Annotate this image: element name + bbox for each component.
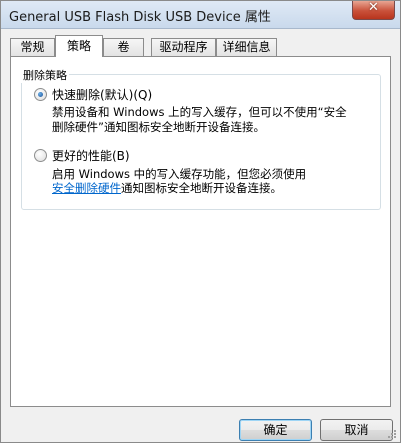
better-performance-desc-line1: 启用 Windows 中的写入缓存功能，但您必须使用 bbox=[52, 167, 307, 181]
cancel-button[interactable]: 取消 bbox=[320, 419, 393, 441]
tab-panel-policies: 删除策略 快速删除(默认)(Q) 禁用设备和 Windows 上的写入缓存，但可… bbox=[10, 56, 391, 407]
quick-removal-desc-line1: 禁用设备和 Windows 上的写入缓存，但可以不使用“安全 bbox=[52, 105, 347, 119]
better-performance-desc-rest: 通知图标安全地断开设备连接。 bbox=[121, 181, 282, 195]
quick-removal-radio[interactable] bbox=[34, 88, 47, 101]
tab-details[interactable]: 详细信息 bbox=[216, 38, 277, 56]
better-performance-label[interactable]: 更好的性能(B) bbox=[52, 147, 130, 164]
title-bar[interactable]: General USB Flash Disk USB Device 属性 ✕ bbox=[1, 0, 400, 29]
quick-removal-label[interactable]: 快速删除(默认)(Q) bbox=[52, 86, 152, 103]
window-title: General USB Flash Disk USB Device 属性 bbox=[9, 10, 271, 25]
safely-remove-hardware-link[interactable]: 安全删除硬件 bbox=[52, 181, 121, 195]
ok-button[interactable]: 确定 bbox=[239, 419, 312, 441]
better-performance-radio[interactable] bbox=[34, 149, 47, 162]
tab-policies[interactable]: 策略 bbox=[55, 35, 103, 57]
tab-driver[interactable]: 驱动程序 bbox=[151, 38, 216, 56]
tab-general[interactable]: 常规 bbox=[10, 38, 55, 56]
close-button[interactable]: ✕ bbox=[352, 0, 395, 20]
properties-dialog: General USB Flash Disk USB Device 属性 ✕ 常… bbox=[0, 0, 401, 443]
radio-selected-dot bbox=[38, 92, 43, 97]
quick-removal-desc-line2: 删除硬件”通知图标安全地断开设备连接。 bbox=[52, 120, 265, 134]
tab-volumes[interactable]: 卷 bbox=[103, 38, 144, 56]
removal-policy-legend: 删除策略 bbox=[21, 67, 69, 83]
close-icon: ✕ bbox=[368, 0, 379, 15]
resize-grip-icon[interactable] bbox=[387, 429, 397, 439]
better-performance-desc-line2: 安全删除硬件通知图标安全地断开设备连接。 bbox=[52, 181, 282, 196]
